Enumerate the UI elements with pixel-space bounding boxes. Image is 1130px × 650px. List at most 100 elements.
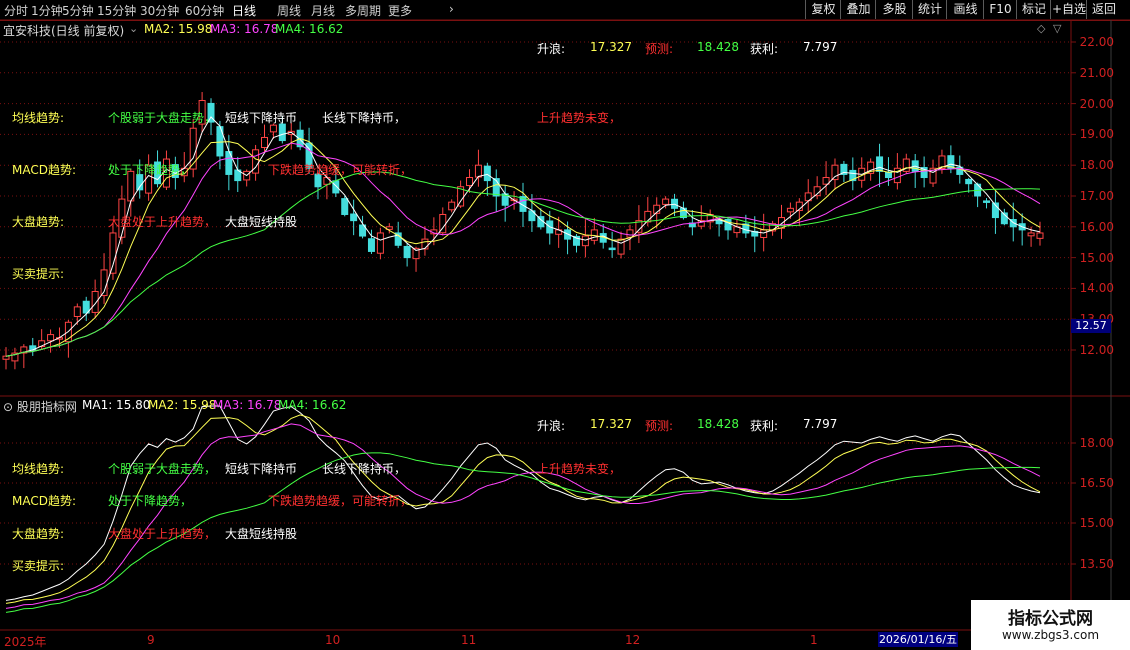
trade-hint-label: 买卖提示: xyxy=(12,267,65,281)
dropdown-icon[interactable]: ⊙ xyxy=(3,400,17,414)
y-tick-label: 22.00 xyxy=(1079,35,1114,49)
candle-body xyxy=(2,355,10,360)
y-tick-label: 15.00 xyxy=(1079,250,1114,265)
candle-body xyxy=(448,201,456,211)
trend-text-1: 个股弱于大盘走势， xyxy=(108,111,217,125)
forecast-label: 预测: xyxy=(645,419,674,433)
trend-text-3: 长线下降持币， xyxy=(322,111,407,125)
trend-text-2: 短线下降持币 xyxy=(225,462,298,476)
macd-text-1: 处于下降趋势， xyxy=(108,163,193,177)
y-tick-label: 14.00 xyxy=(1079,281,1114,296)
market-text-1: 大盘处于上升趋势， xyxy=(108,215,217,229)
trade-hint-label: 买卖提示: xyxy=(12,559,65,573)
stock-title: 宜安科技(日线 前复权) xyxy=(3,24,125,38)
y-tick-label: 17.00 xyxy=(1079,189,1114,203)
trend-text-4: 上升趋势未变， xyxy=(537,462,622,476)
trend-text-2: 短线下降持币 xyxy=(225,111,298,125)
ma3-label: MA3: 16.78 xyxy=(213,398,282,412)
candle-body xyxy=(831,164,839,181)
profit-label: 获利: xyxy=(750,42,779,56)
y-tick-label: 18.00 xyxy=(1079,436,1114,450)
x-tick-label: 9 xyxy=(147,633,155,647)
candle-body xyxy=(1036,232,1044,239)
selected-date-badge: 2026/01/16/五 xyxy=(878,632,958,647)
kline-chart[interactable] xyxy=(0,0,1130,650)
candle-body xyxy=(350,213,358,222)
ma4-label: MA4: 16.62 xyxy=(275,22,344,36)
market-label: 大盘趋势: xyxy=(12,215,65,229)
rise-label: 升浪: xyxy=(537,419,566,433)
y-tick-label: 16.50 xyxy=(1079,476,1114,490)
indicator-title: 股朋指标网 xyxy=(16,400,77,414)
candle-body xyxy=(261,136,268,149)
y-tick-label: 16.00 xyxy=(1079,219,1114,234)
trend-text-3: 长线下降持币， xyxy=(322,462,407,476)
forecast-value: 18.428 xyxy=(697,417,739,431)
y-tick-label: 18.00 xyxy=(1079,158,1114,173)
watermark-logo: 指标公式网 www.zbgs3.com xyxy=(971,600,1130,650)
candle-body xyxy=(1027,232,1035,237)
macd-label: MACD趋势: xyxy=(12,163,77,177)
candle-body xyxy=(626,229,634,238)
market-text-2: 大盘短线持股 xyxy=(225,215,298,229)
candle-body xyxy=(403,245,411,259)
candle-body xyxy=(760,229,768,238)
watermark-title: 指标公式网 xyxy=(1008,609,1093,629)
ma4-label: MA4: 16.62 xyxy=(278,398,347,412)
ma3-label: MA3: 16.78 xyxy=(210,22,279,36)
candle-body xyxy=(466,177,474,187)
market-text-1: 大盘处于上升趋势， xyxy=(108,527,217,541)
trend-label: 均线趋势: xyxy=(12,462,65,476)
rise-label: 升浪: xyxy=(537,42,566,56)
candle-body xyxy=(421,238,429,250)
macd-label: MACD趋势: xyxy=(12,494,77,508)
trend-label: 均线趋势: xyxy=(12,111,65,125)
candle-body xyxy=(47,334,55,342)
candle-body xyxy=(367,238,375,252)
candle-body xyxy=(376,232,384,254)
candle-body xyxy=(965,178,973,185)
y-tick-label: 19.00 xyxy=(1079,127,1114,142)
rise-value: 17.327 xyxy=(590,40,632,54)
x-tick-label: 10 xyxy=(325,633,341,647)
trend-text-1: 个股弱于大盘走势， xyxy=(108,462,217,476)
y-tick-label: 21.00 xyxy=(1079,65,1114,80)
y-tick-label: 20.00 xyxy=(1079,96,1114,111)
candle-body xyxy=(323,177,331,185)
market-text-2: 大盘短线持股 xyxy=(225,527,298,541)
candle-body xyxy=(786,207,794,213)
watermark-url: www.zbgs3.com xyxy=(1001,628,1100,642)
market-label: 大盘趋势: xyxy=(12,527,65,541)
candle-body xyxy=(474,164,482,178)
candle-body xyxy=(662,198,670,205)
current-price-marker: 12.57 xyxy=(1071,319,1111,333)
candle-body xyxy=(332,180,340,194)
y-tick-label: 13.50 xyxy=(1079,557,1114,571)
macd-text-2: 下跌趋势趋缓，可能转折， xyxy=(268,494,413,508)
candle-body xyxy=(278,123,286,142)
x-tick-label: 12 xyxy=(625,633,641,647)
candle-body xyxy=(341,198,349,215)
x-tick-label: 1 xyxy=(810,633,818,647)
candle-body xyxy=(483,165,491,182)
dropdown-icon[interactable]: ⌄ xyxy=(129,22,138,35)
ma2-label: MA2: 15.98 xyxy=(148,398,217,412)
ind-ma3-line xyxy=(5,423,1041,609)
candle-body xyxy=(617,238,625,255)
diamond-icon[interactable]: ◇ xyxy=(1037,22,1045,35)
profit-value: 7.797 xyxy=(803,417,838,431)
forecast-value: 18.428 xyxy=(697,40,739,54)
candle-body xyxy=(983,200,991,203)
candle-body xyxy=(91,290,99,313)
ma1-line xyxy=(5,116,1041,357)
candle-body xyxy=(608,247,616,251)
x-tick-label: 11 xyxy=(461,633,477,647)
candle-body xyxy=(73,306,81,317)
macd-text-1: 处于下降趋势， xyxy=(108,494,193,508)
x-tick-label: 2025年 xyxy=(4,635,47,649)
ma2-label: MA2: 15.98 xyxy=(144,22,213,36)
candle-body xyxy=(109,232,117,274)
collapse-icon[interactable]: ▽ xyxy=(1053,22,1061,35)
y-tick-label: 12.00 xyxy=(1079,343,1114,357)
profit-label: 获利: xyxy=(750,419,779,433)
